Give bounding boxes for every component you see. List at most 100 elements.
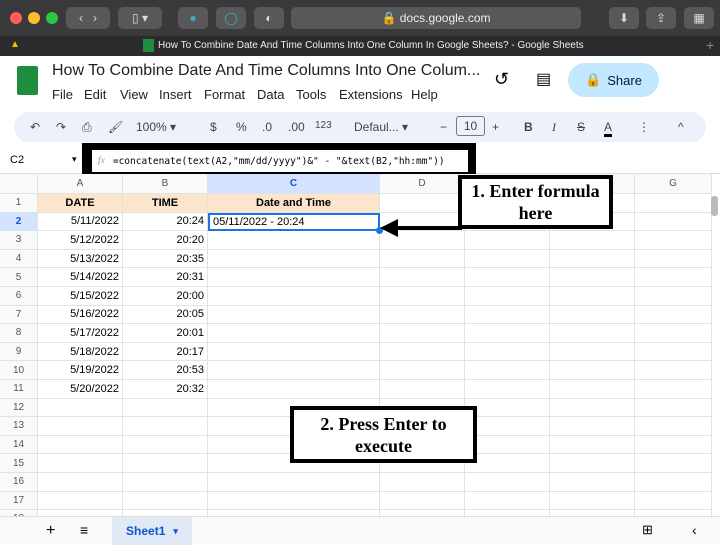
vertical-scrollbar[interactable]: [711, 196, 718, 216]
cell[interactable]: [635, 380, 712, 399]
sheet-tab-sheet1[interactable]: Sheet1 ▾: [112, 517, 192, 545]
cell[interactable]: [635, 491, 712, 511]
grid-icon[interactable]: ▦: [684, 7, 714, 29]
row-header[interactable]: 6: [0, 287, 38, 306]
cell[interactable]: [465, 454, 550, 473]
cell[interactable]: [208, 287, 380, 306]
zoom-select[interactable]: 100% ▾: [136, 120, 176, 134]
row-header[interactable]: 11: [0, 380, 38, 399]
number-format-button[interactable]: 123: [315, 120, 332, 131]
header-cell[interactable]: Date and Time: [208, 194, 380, 213]
selected-cell[interactable]: 05/11/2022 - 20:24: [208, 212, 380, 232]
cell[interactable]: [550, 287, 635, 306]
cell[interactable]: [208, 361, 380, 380]
cell[interactable]: 5/11/2022: [38, 212, 123, 232]
cell[interactable]: 20:35: [123, 249, 208, 269]
cell[interactable]: [465, 324, 550, 343]
cell[interactable]: 5/19/2022: [38, 361, 123, 380]
cell[interactable]: [465, 361, 550, 380]
column-header-b[interactable]: B: [123, 174, 208, 194]
print-icon[interactable]: ⎙: [82, 120, 92, 135]
row-header[interactable]: 5: [0, 268, 38, 287]
cell[interactable]: 5/15/2022: [38, 287, 123, 306]
row-header[interactable]: 15: [0, 454, 38, 473]
collapse-icon[interactable]: ^: [678, 120, 684, 134]
row-header[interactable]: 8: [0, 324, 38, 343]
cell[interactable]: [380, 249, 465, 269]
cell[interactable]: 20:20: [123, 231, 208, 250]
cell[interactable]: 20:00: [123, 287, 208, 306]
row-header[interactable]: 12: [0, 398, 38, 418]
menu-extensions[interactable]: Extensions: [339, 87, 403, 102]
cell[interactable]: [380, 287, 465, 306]
paint-format-icon[interactable]: 🖌: [108, 120, 123, 134]
sidebar-icon[interactable]: ▯ ▾: [118, 7, 162, 29]
cell[interactable]: [208, 231, 380, 250]
cell[interactable]: [550, 361, 635, 380]
menu-view[interactable]: View: [120, 87, 148, 102]
cell[interactable]: 5/14/2022: [38, 268, 123, 287]
cell[interactable]: [550, 417, 635, 436]
cell[interactable]: [208, 268, 380, 287]
cell[interactable]: [550, 380, 635, 399]
decrease-font-size-button[interactable]: −: [440, 120, 447, 134]
cell[interactable]: [550, 473, 635, 492]
increase-decimal-button[interactable]: .00: [288, 120, 305, 134]
row-header[interactable]: 1: [0, 194, 38, 213]
close-window-button[interactable]: [10, 12, 22, 24]
row-header[interactable]: 3: [0, 231, 38, 250]
cell[interactable]: 5/17/2022: [38, 324, 123, 343]
cell[interactable]: [550, 342, 635, 362]
select-all-corner[interactable]: [0, 174, 38, 194]
formula-input[interactable]: fx =concatenate(text(A2,"mm/dd/yyyy")&" -…: [92, 150, 468, 172]
cell[interactable]: [123, 398, 208, 418]
cell[interactable]: [123, 417, 208, 436]
cell[interactable]: [208, 473, 380, 492]
row-header[interactable]: 16: [0, 473, 38, 492]
cell[interactable]: [380, 194, 465, 213]
cell[interactable]: [380, 361, 465, 380]
header-cell[interactable]: DATE: [38, 194, 123, 213]
shield-icon[interactable]: ◐: [254, 7, 284, 29]
cell[interactable]: [465, 342, 550, 362]
redo-icon[interactable]: ↷: [56, 120, 66, 134]
share-icon[interactable]: ⇪: [646, 7, 676, 29]
cell[interactable]: [208, 380, 380, 399]
cell[interactable]: [208, 342, 380, 362]
all-sheets-icon[interactable]: ≡: [80, 522, 88, 538]
menu-format[interactable]: Format: [204, 87, 245, 102]
cell[interactable]: [550, 268, 635, 287]
extension-icon[interactable]: ◯: [216, 7, 246, 29]
extension-icon[interactable]: ●: [178, 7, 208, 29]
comments-icon[interactable]: ▤: [536, 69, 551, 89]
cell[interactable]: [635, 287, 712, 306]
cell[interactable]: [38, 417, 123, 436]
cell[interactable]: [380, 380, 465, 399]
cell[interactable]: 20:05: [123, 305, 208, 325]
cell[interactable]: [550, 231, 635, 250]
header-cell[interactable]: TIME: [123, 194, 208, 213]
cell[interactable]: [123, 491, 208, 511]
bold-button[interactable]: B: [524, 120, 533, 134]
menu-help[interactable]: Help: [411, 87, 438, 102]
cell[interactable]: [465, 380, 550, 399]
cell[interactable]: [465, 249, 550, 269]
cell[interactable]: 20:24: [123, 212, 208, 232]
cell[interactable]: [38, 473, 123, 492]
font-select[interactable]: Defaul... ▾: [354, 120, 408, 134]
cell[interactable]: 20:17: [123, 342, 208, 362]
cell[interactable]: [208, 491, 380, 511]
font-size-input[interactable]: 10: [456, 116, 485, 136]
history-icon[interactable]: ↺: [494, 69, 509, 90]
cell[interactable]: [550, 305, 635, 325]
menu-file[interactable]: File: [52, 87, 73, 102]
cell[interactable]: [550, 324, 635, 343]
cell[interactable]: [550, 435, 635, 455]
cell[interactable]: [38, 454, 123, 473]
cell[interactable]: [380, 473, 465, 492]
explore-icon[interactable]: ⊞: [642, 522, 653, 538]
cell[interactable]: [550, 491, 635, 511]
cell[interactable]: [550, 454, 635, 473]
percent-button[interactable]: %: [236, 120, 247, 134]
cell[interactable]: [380, 305, 465, 325]
